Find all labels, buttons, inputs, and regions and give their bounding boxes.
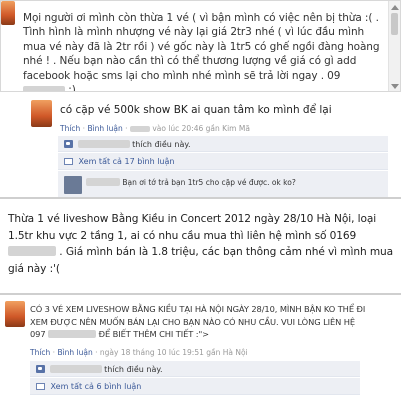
redacted-date (129, 126, 150, 132)
comment-link[interactable]: Bình luận (87, 124, 122, 133)
view-comments-bar[interactable]: Xem tất cả 17 bình luận (58, 153, 388, 170)
post-2: có cặp vé 500k show BK ai quan tâm ko mì… (0, 92, 401, 197)
view-all-comments-link[interactable]: Xem tất cả 6 bình luận (51, 382, 142, 391)
redacted-phone (48, 330, 97, 338)
comment-text: Bạn ơi tớ trả bạn 1tr5 cho cặp vé được. … (86, 178, 296, 187)
like-bar: thích điều này. (30, 361, 360, 377)
post-2-text: có cặp vé 500k show BK ai quan tâm ko mì… (60, 104, 332, 116)
like-icon (36, 365, 45, 373)
redacted-name (77, 140, 130, 148)
view-comments-bar[interactable]: Xem tất cả 6 bình luận (30, 378, 360, 395)
view-all-comments-link[interactable]: Xem tất cả 17 bình luận (79, 157, 175, 166)
like-bar: thích điều này. (58, 136, 388, 152)
post-1: Mọi người ơi mình còn thừa 1 vé ( vì bận… (0, 0, 401, 92)
like-icon (64, 140, 73, 148)
post-2-meta: Thích · Bình luận · vào lúc 20:46 gần Ki… (60, 124, 250, 133)
comment-item: Bạn ơi tớ trả bạn 1tr5 cho cặp vé được. … (58, 171, 388, 197)
post-4: CÓ 3 VÉ XEM LIVESHOW BẰNG KIỀU TẠI HÀ NỘ… (0, 293, 401, 401)
scroll-thumb[interactable] (391, 13, 398, 35)
post-1-text: Mọi người ơi mình còn thừa 1 vé ( vì bận… (23, 11, 383, 91)
comment-link[interactable]: Bình luận (57, 348, 92, 357)
redacted-name (49, 365, 102, 373)
post-3: Thừa 1 vé liveshow Bằng Kiều in Concert … (0, 197, 401, 293)
comment-icon (36, 383, 45, 390)
redacted-phone (8, 246, 56, 256)
like-link[interactable]: Thích (30, 348, 50, 357)
post-3-text: Thừa 1 vé liveshow Bằng Kiều in Concert … (8, 213, 394, 275)
avatar[interactable] (31, 100, 52, 127)
scroll-up-icon[interactable] (391, 5, 399, 10)
avatar[interactable] (5, 301, 25, 327)
post-4-text: CÓ 3 VÉ XEM LIVESHOW BẰNG KIỀU TẠI HÀ NỘ… (30, 304, 366, 339)
comment-icon (64, 158, 73, 165)
post-4-meta: Thích · Bình luận · ngày 18 tháng 10 lúc… (30, 348, 248, 357)
scroll-down-icon[interactable] (391, 84, 399, 89)
avatar[interactable] (1, 1, 15, 25)
redacted-name (86, 178, 120, 186)
commenter-avatar[interactable] (64, 176, 82, 194)
like-link[interactable]: Thích (60, 124, 80, 133)
scrollbar[interactable] (388, 1, 400, 91)
